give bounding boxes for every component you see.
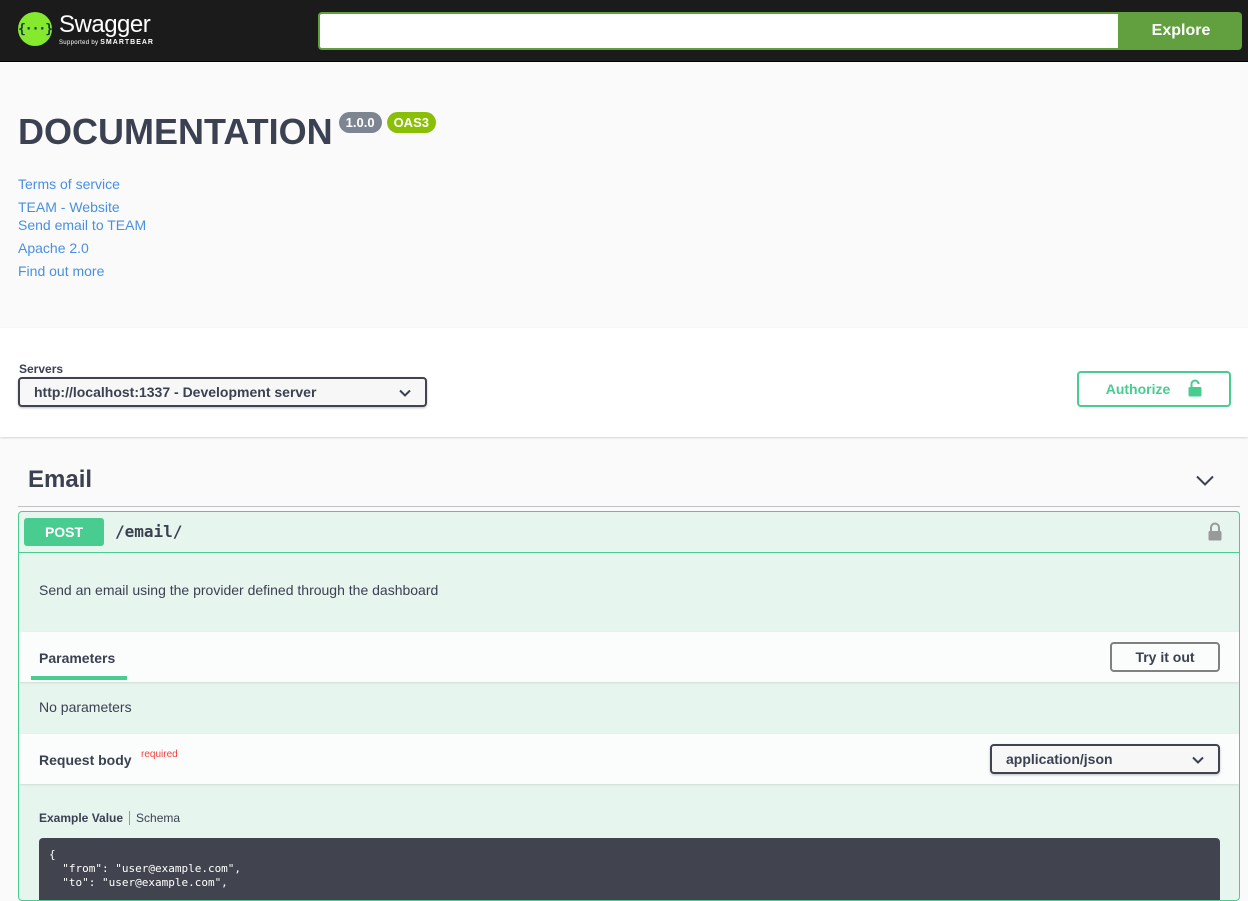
chevron-down-icon[interactable]	[1196, 473, 1214, 491]
logo-sub: Supported by SMARTBEAR	[59, 39, 154, 46]
content-type-select[interactable]: application/json	[990, 744, 1220, 774]
logo-sub-brand: SMARTBEAR	[100, 38, 154, 46]
tab-parameters[interactable]: Parameters	[39, 650, 115, 666]
try-it-out-button[interactable]: Try it out	[1110, 642, 1220, 672]
opblock-summary[interactable]: POST /email/	[19, 512, 1239, 553]
spec-url-input[interactable]	[318, 12, 1120, 50]
oas-badge: OAS3	[386, 112, 436, 133]
info-section: DOCUMENTATION 1.0.0 OAS3	[18, 108, 436, 156]
logo-name: Swagger	[59, 10, 151, 38]
terms-of-service-link[interactable]: Terms of service	[18, 176, 120, 192]
example-tabs: Example Value Schema	[39, 811, 180, 825]
tag-title: Email	[28, 466, 93, 493]
chevron-down-icon	[399, 384, 411, 400]
operation-path: /email/	[115, 522, 183, 541]
send-email-link[interactable]: Send email to TEAM	[18, 217, 146, 233]
content-type-value: application/json	[1006, 751, 1113, 767]
tab-schema[interactable]: Schema	[136, 811, 180, 825]
tab-underline	[31, 676, 127, 680]
example-code-block[interactable]: { "from": "user@example.com", "to": "use…	[39, 838, 1220, 900]
parameters-header: Parameters Try it out	[19, 632, 1239, 682]
find-out-more-link[interactable]: Find out more	[18, 263, 104, 279]
lock-open-icon	[1188, 379, 1202, 400]
swagger-logo-icon: {···}	[18, 12, 53, 46]
tag-section-email[interactable]: Email	[18, 456, 1240, 507]
scheme-container: Servers http://localhost:1337 - Developm…	[0, 328, 1248, 437]
no-parameters-text: No parameters	[39, 699, 132, 715]
logo-text: Swagger Supported by SMARTBEAR	[59, 10, 154, 46]
tab-divider	[129, 811, 131, 825]
explore-form: Explore	[318, 12, 1242, 50]
team-website-link[interactable]: TEAM - Website	[18, 199, 120, 215]
server-select-value: http://localhost:1337 - Development serv…	[34, 384, 317, 400]
opblock-post-email: POST /email/ Send an email using the pro…	[18, 511, 1240, 901]
swagger-logo[interactable]: {···} Swagger Supported by SMARTBEAR	[18, 12, 154, 46]
page-title: DOCUMENTATION	[18, 111, 333, 152]
required-marker: required	[141, 749, 178, 760]
title-row: DOCUMENTATION 1.0.0 OAS3	[18, 108, 436, 156]
operation-description: Send an email using the provider defined…	[39, 582, 439, 598]
method-badge: POST	[24, 518, 104, 546]
topbar: {···} Swagger Supported by SMARTBEAR Exp…	[0, 0, 1248, 62]
chevron-down-icon	[1192, 751, 1204, 767]
request-body-label: Request body	[39, 752, 132, 768]
license-link[interactable]: Apache 2.0	[18, 240, 89, 256]
tab-example-value[interactable]: Example Value	[39, 811, 123, 825]
servers-label: Servers	[19, 362, 64, 376]
explore-button[interactable]: Explore	[1120, 12, 1242, 50]
logo-sub-prefix: Supported by	[59, 39, 99, 46]
server-select[interactable]: http://localhost:1337 - Development serv…	[18, 377, 427, 407]
authorize-label: Authorize	[1105, 381, 1171, 397]
version-badge: 1.0.0	[338, 112, 382, 133]
authorize-button[interactable]: Authorize	[1077, 371, 1231, 407]
lock-icon[interactable]	[1208, 522, 1222, 546]
